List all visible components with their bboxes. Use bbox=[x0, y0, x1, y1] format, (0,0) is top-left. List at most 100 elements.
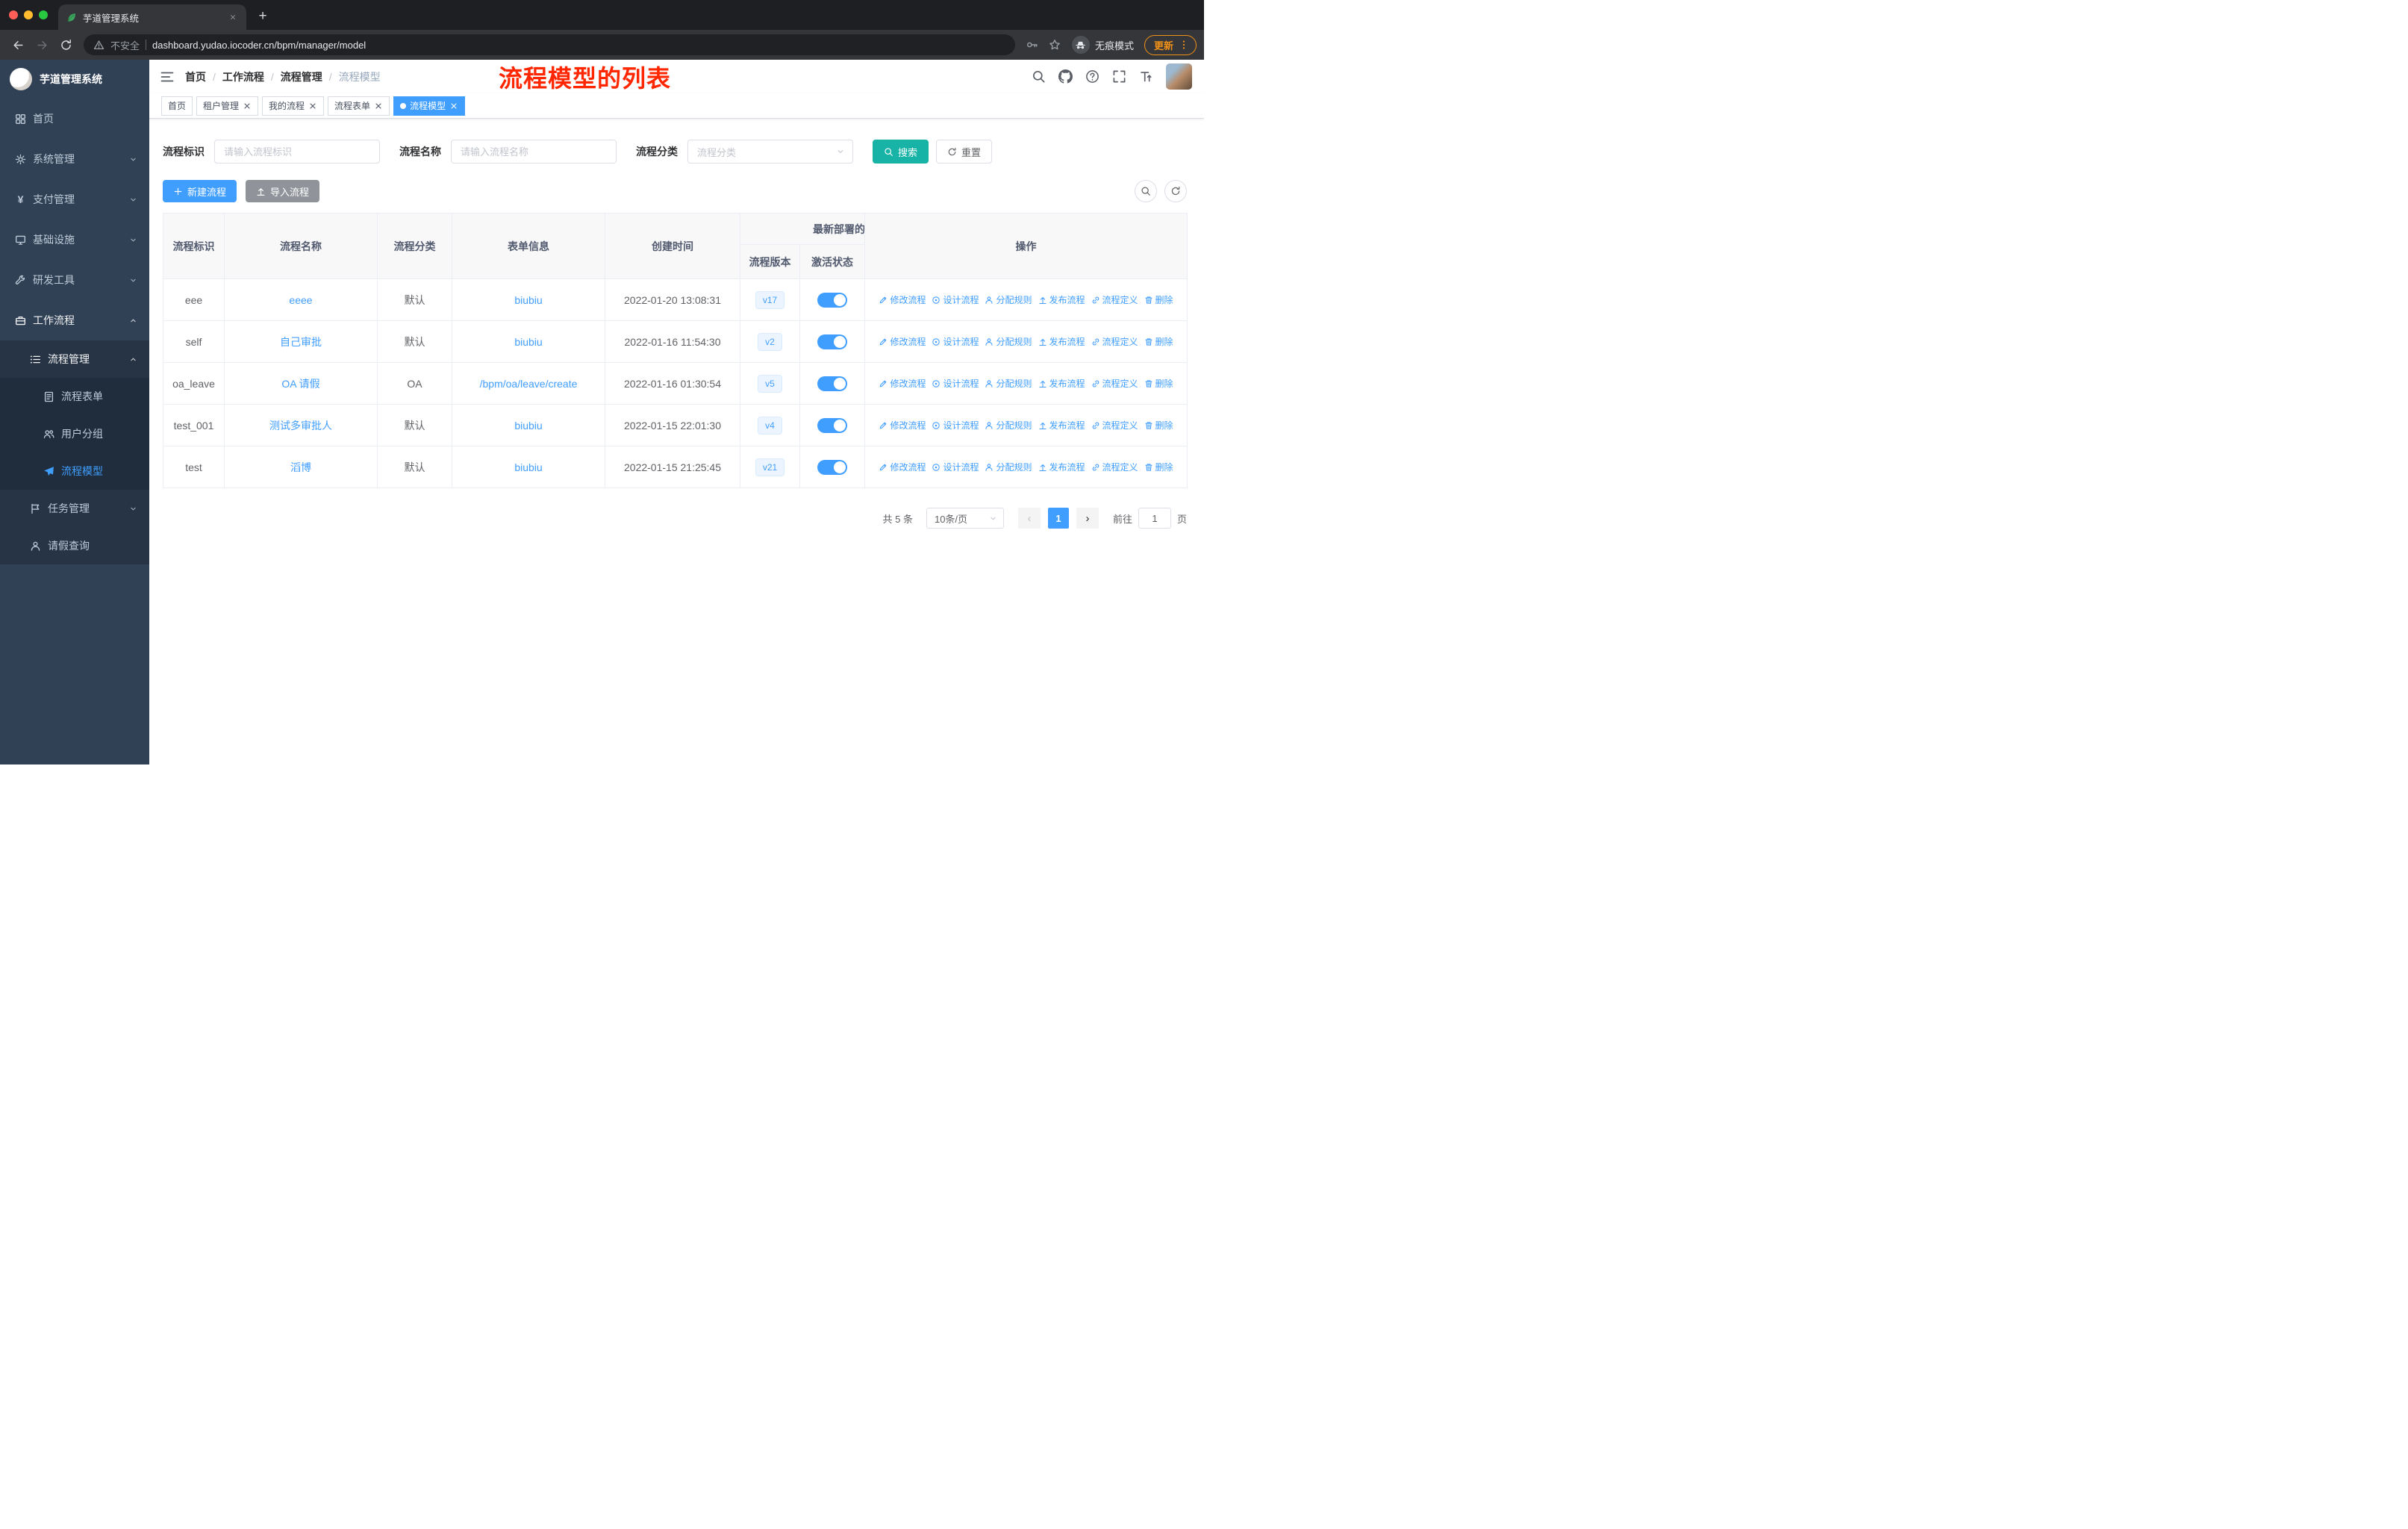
row-action-design-link[interactable]: 设计流程 bbox=[932, 461, 979, 473]
tag-0[interactable]: 首页 bbox=[161, 96, 193, 116]
process-name-link[interactable]: 自己审批 bbox=[280, 336, 322, 348]
row-action-design-link[interactable]: 设计流程 bbox=[932, 335, 979, 348]
password-key-icon[interactable] bbox=[1023, 35, 1042, 55]
row-action-definition-link[interactable]: 流程定义 bbox=[1091, 335, 1138, 348]
process-category-select[interactable]: 流程分类 bbox=[687, 140, 853, 164]
row-action-definition-link[interactable]: 流程定义 bbox=[1091, 377, 1138, 390]
back-button[interactable] bbox=[7, 34, 28, 55]
row-action-delete-link[interactable]: 删除 bbox=[1144, 419, 1173, 432]
row-action-assign-link[interactable]: 分配规则 bbox=[985, 461, 1032, 473]
tab-close-icon[interactable] bbox=[227, 11, 239, 23]
sidebar-item-payment-management[interactable]: ¥ 支付管理 bbox=[0, 179, 149, 219]
help-icon[interactable] bbox=[1085, 69, 1099, 84]
font-size-icon[interactable] bbox=[1139, 69, 1153, 84]
address-bar[interactable]: 不安全 dashboard.yudao.iocoder.cn/bpm/manag… bbox=[84, 34, 1015, 55]
row-action-assign-link[interactable]: 分配规则 bbox=[985, 335, 1032, 348]
sidebar-item-user-group[interactable]: 用户分组 bbox=[0, 415, 149, 452]
browser-menu-icon[interactable] bbox=[1179, 40, 1189, 50]
goto-page-input[interactable] bbox=[1138, 508, 1171, 529]
process-name-link[interactable]: 测试多审批人 bbox=[269, 420, 332, 432]
form-info-link[interactable]: /bpm/oa/leave/create bbox=[480, 378, 578, 390]
process-name-link[interactable]: OA 请假 bbox=[281, 378, 319, 390]
tag-close-icon[interactable] bbox=[374, 102, 383, 110]
active-toggle[interactable] bbox=[817, 334, 847, 349]
row-action-design-link[interactable]: 设计流程 bbox=[932, 419, 979, 432]
sidebar-item-process-management[interactable]: 流程管理 bbox=[0, 340, 149, 378]
row-action-assign-link[interactable]: 分配规则 bbox=[985, 419, 1032, 432]
sidebar-item-home[interactable]: 首页 bbox=[0, 99, 149, 139]
row-action-design-link[interactable]: 设计流程 bbox=[932, 377, 979, 390]
tag-close-icon[interactable] bbox=[308, 102, 317, 110]
sidebar-item-task-management[interactable]: 任务管理 bbox=[0, 490, 149, 527]
forward-button[interactable] bbox=[31, 34, 52, 55]
browser-tab[interactable]: 芋道管理系统 bbox=[58, 4, 246, 30]
row-action-publish-link[interactable]: 发布流程 bbox=[1038, 377, 1085, 390]
row-action-delete-link[interactable]: 删除 bbox=[1144, 461, 1173, 473]
page-1-button[interactable]: 1 bbox=[1047, 508, 1069, 529]
tag-1[interactable]: 租户管理 bbox=[196, 96, 259, 116]
breadcrumb-item[interactable]: 工作流程 bbox=[222, 69, 264, 84]
sidebar-item-infrastructure[interactable]: 基础设施 bbox=[0, 219, 149, 260]
row-action-edit-link[interactable]: 修改流程 bbox=[879, 419, 926, 432]
tag-close-icon[interactable] bbox=[449, 102, 458, 110]
sidebar-collapse-icon[interactable] bbox=[160, 69, 175, 84]
row-action-assign-link[interactable]: 分配规则 bbox=[985, 293, 1032, 306]
form-info-link[interactable]: biubiu bbox=[514, 420, 542, 432]
reset-button[interactable]: 重置 bbox=[936, 140, 993, 164]
row-action-definition-link[interactable]: 流程定义 bbox=[1091, 419, 1138, 432]
active-toggle[interactable] bbox=[817, 459, 847, 475]
sidebar-item-system-management[interactable]: 系统管理 bbox=[0, 139, 149, 179]
row-action-edit-link[interactable]: 修改流程 bbox=[879, 461, 926, 473]
row-action-publish-link[interactable]: 发布流程 bbox=[1038, 293, 1085, 306]
close-window-button[interactable] bbox=[9, 10, 18, 19]
import-process-button[interactable]: 导入流程 bbox=[246, 180, 320, 202]
fullscreen-icon[interactable] bbox=[1112, 69, 1126, 84]
new-tab-button[interactable]: + bbox=[252, 6, 273, 27]
row-action-publish-link[interactable]: 发布流程 bbox=[1038, 419, 1085, 432]
row-action-assign-link[interactable]: 分配规则 bbox=[985, 377, 1032, 390]
row-action-delete-link[interactable]: 删除 bbox=[1144, 377, 1173, 390]
zoom-window-button[interactable] bbox=[39, 10, 48, 19]
process-name-input[interactable] bbox=[451, 140, 617, 164]
row-action-definition-link[interactable]: 流程定义 bbox=[1091, 461, 1138, 473]
bookmark-star-icon[interactable] bbox=[1045, 35, 1064, 55]
navbar-search-icon[interactable] bbox=[1032, 69, 1046, 84]
sidebar-item-dev-tools[interactable]: 研发工具 bbox=[0, 260, 149, 300]
create-process-button[interactable]: 新建流程 bbox=[163, 180, 237, 202]
row-action-edit-link[interactable]: 修改流程 bbox=[879, 293, 926, 306]
active-toggle[interactable] bbox=[817, 376, 847, 391]
row-action-delete-link[interactable]: 删除 bbox=[1144, 335, 1173, 348]
row-action-delete-link[interactable]: 删除 bbox=[1144, 293, 1173, 306]
refresh-table-button[interactable] bbox=[1164, 180, 1187, 202]
tag-2[interactable]: 我的流程 bbox=[262, 96, 325, 116]
sidebar-item-process-form[interactable]: 流程表单 bbox=[0, 378, 149, 415]
tag-active-4[interactable]: 流程模型 bbox=[393, 96, 466, 116]
search-button[interactable]: 搜索 bbox=[873, 140, 929, 164]
tag-close-icon[interactable] bbox=[243, 102, 252, 110]
process-key-input[interactable] bbox=[214, 140, 380, 164]
row-action-edit-link[interactable]: 修改流程 bbox=[879, 335, 926, 348]
update-button[interactable]: 更新 bbox=[1144, 34, 1197, 55]
active-toggle[interactable] bbox=[817, 417, 847, 433]
active-toggle[interactable] bbox=[817, 292, 847, 308]
sidebar-item-process-model[interactable]: 流程模型 bbox=[0, 452, 149, 490]
breadcrumb-item[interactable]: 首页 bbox=[185, 69, 206, 84]
process-name-link[interactable]: 滔博 bbox=[290, 461, 311, 473]
form-info-link[interactable]: biubiu bbox=[514, 336, 542, 348]
process-name-link[interactable]: eeee bbox=[289, 294, 312, 306]
prev-page-button[interactable]: ‹ bbox=[1017, 508, 1041, 529]
tag-3[interactable]: 流程表单 bbox=[328, 96, 390, 116]
sidebar-item-workflow[interactable]: 工作流程 bbox=[0, 300, 149, 340]
toggle-search-button[interactable] bbox=[1135, 180, 1157, 202]
github-icon[interactable] bbox=[1058, 69, 1073, 84]
user-avatar[interactable] bbox=[1166, 63, 1192, 90]
next-page-button[interactable]: › bbox=[1076, 508, 1099, 529]
row-action-edit-link[interactable]: 修改流程 bbox=[879, 377, 926, 390]
form-info-link[interactable]: biubiu bbox=[514, 461, 542, 473]
reload-button[interactable] bbox=[55, 34, 76, 55]
form-info-link[interactable]: biubiu bbox=[514, 294, 542, 306]
page-size-select[interactable]: 10条/页 bbox=[926, 508, 1004, 529]
sidebar-item-leave-query[interactable]: 请假查询 bbox=[0, 527, 149, 564]
app-logo[interactable]: 芋道管理系统 bbox=[0, 60, 149, 99]
row-action-definition-link[interactable]: 流程定义 bbox=[1091, 293, 1138, 306]
